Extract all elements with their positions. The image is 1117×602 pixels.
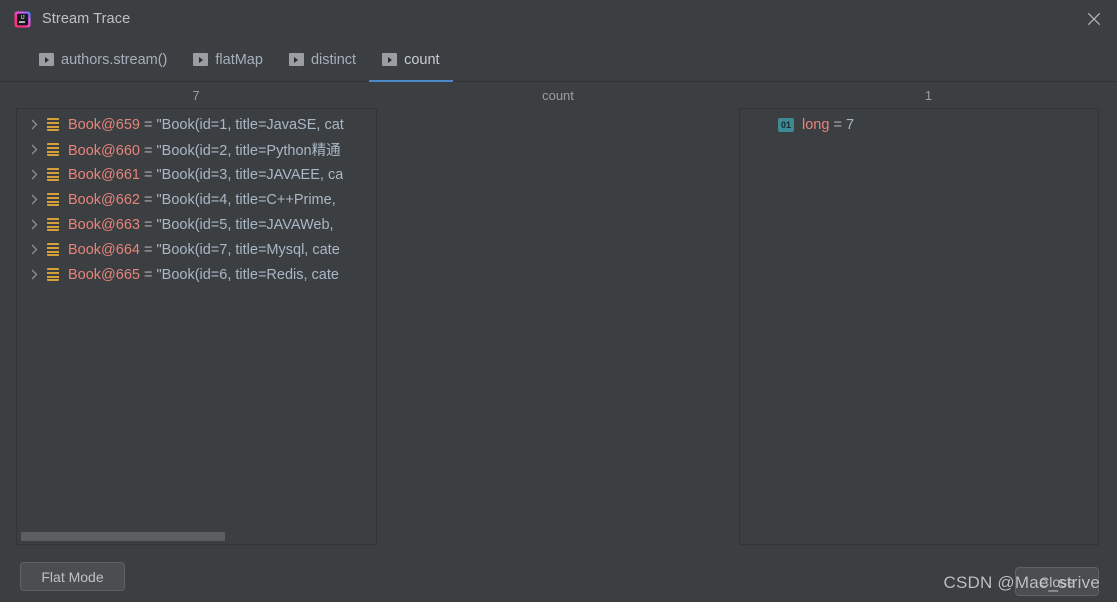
array-list-icon [47, 243, 59, 256]
list-item[interactable]: Book@659 = "Book(id=1, title=JavaSE, cat [17, 112, 376, 137]
equals-sign: = [144, 143, 153, 159]
window-titlebar: IJ Stream Trace [0, 0, 1117, 38]
close-button[interactable]: Close [1015, 567, 1099, 596]
trace-links-area [377, 108, 739, 549]
primitive-long-icon: 01 [778, 117, 794, 132]
input-values-list: Book@659 = "Book(id=1, title=JavaSE, cat… [17, 109, 376, 287]
list-item[interactable]: Book@660 = "Book(id=2, title=Python精通 [17, 137, 376, 162]
variable-name: Book@661 [68, 166, 140, 183]
run-arrow-icon [39, 53, 54, 66]
chevron-right-icon[interactable] [25, 169, 43, 180]
flat-mode-button[interactable]: Flat Mode [20, 562, 125, 591]
run-arrow-icon [382, 53, 398, 66]
svg-text:IJ: IJ [21, 15, 25, 21]
equals-sign: = [144, 216, 153, 233]
close-icon [1087, 12, 1101, 26]
input-values-pane[interactable]: Book@659 = "Book(id=1, title=JavaSE, cat… [16, 108, 377, 545]
trace-content: 7 count 1 Book@659 = "Book(id=1, title=J… [0, 82, 1117, 559]
column-headers: 7 count 1 [0, 82, 1117, 108]
horizontal-scrollbar-thumb[interactable] [21, 532, 225, 541]
variable-name: Book@660 [68, 143, 140, 159]
variable-name: Book@663 [68, 216, 140, 233]
tab-count[interactable]: count [369, 38, 454, 82]
run-arrow-icon [288, 53, 304, 66]
list-item[interactable]: Book@661 = "Book(id=3, title=JAVAEE, ca [17, 162, 376, 187]
run-arrow-icon [193, 53, 209, 66]
list-item[interactable]: Book@663 = "Book(id=5, title=JAVAWeb, [17, 212, 376, 237]
tab-flatmap[interactable]: flatMap [180, 38, 276, 81]
chevron-right-icon[interactable] [25, 119, 43, 130]
window-close-button[interactable] [1071, 0, 1117, 38]
output-values-pane[interactable]: 01 long = 7 [739, 108, 1099, 545]
equals-sign: = [144, 266, 153, 283]
list-item[interactable]: Book@665 = "Book(id=6, title=Redis, cate [17, 262, 376, 287]
equals-sign: = [833, 116, 842, 133]
tab-distinct[interactable]: distinct [276, 38, 369, 81]
variable-name: Book@664 [68, 241, 140, 258]
variable-name: Book@662 [68, 191, 140, 208]
array-list-icon [47, 218, 59, 231]
chevron-right-icon[interactable] [25, 244, 43, 255]
intellij-idea-icon: IJ [14, 11, 31, 28]
window-title: Stream Trace [42, 11, 131, 27]
panes-container: Book@659 = "Book(id=1, title=JavaSE, cat… [0, 108, 1117, 549]
operation-name-header: count [542, 87, 574, 103]
variable-name: long [802, 116, 830, 133]
chevron-right-icon[interactable] [25, 144, 43, 155]
equals-sign: = [144, 116, 153, 133]
list-item[interactable]: Book@662 = "Book(id=4, title=C++Prime, [17, 187, 376, 212]
chevron-right-icon[interactable] [25, 194, 43, 205]
variable-value: "Book(id=7, title=Mysql, cate [156, 241, 340, 258]
array-list-icon [47, 143, 59, 156]
array-list-icon [47, 118, 59, 131]
horizontal-scrollbar[interactable] [18, 530, 375, 543]
right-count-header: 1 [924, 87, 933, 103]
variable-value: "Book(id=3, title=JAVAEE, ca [156, 166, 344, 183]
list-item[interactable]: 01 long = 7 [740, 112, 1098, 137]
left-count-header: 7 [192, 87, 200, 103]
tab-authors-stream[interactable]: authors.stream() [26, 38, 180, 81]
equals-sign: = [144, 191, 153, 208]
tab-label: distinct [310, 51, 357, 68]
tab-label: flatMap [215, 51, 263, 68]
list-item[interactable]: Book@664 = "Book(id=7, title=Mysql, cate [17, 237, 376, 262]
array-list-icon [47, 193, 59, 206]
variable-value: "Book(id=4, title=C++Prime, [156, 191, 336, 208]
variable-name: Book@659 [68, 116, 140, 133]
variable-name: Book@665 [68, 266, 140, 283]
equals-sign: = [144, 166, 153, 183]
array-list-icon [47, 168, 59, 181]
dialog-footer: Flat Mode Close [0, 559, 1117, 602]
chevron-right-icon[interactable] [25, 269, 43, 280]
variable-value: 7 [845, 116, 855, 133]
variable-value: "Book(id=6, title=Redis, cate [156, 266, 339, 283]
variable-value: "Book(id=5, title=JAVAWeb, [156, 216, 334, 233]
variable-value: "Book(id=1, title=JavaSE, cat [156, 116, 344, 133]
stream-chain-tabs: authors.stream() flatMap distinct count [0, 38, 1117, 82]
tab-label: authors.stream() [61, 51, 168, 68]
output-values-list: 01 long = 7 [740, 109, 1098, 137]
chevron-right-icon[interactable] [25, 219, 43, 230]
equals-sign: = [144, 241, 153, 258]
array-list-icon [47, 268, 59, 281]
variable-value: "Book(id=2, title=Python精通 [156, 143, 341, 159]
tab-label: count [404, 51, 440, 68]
